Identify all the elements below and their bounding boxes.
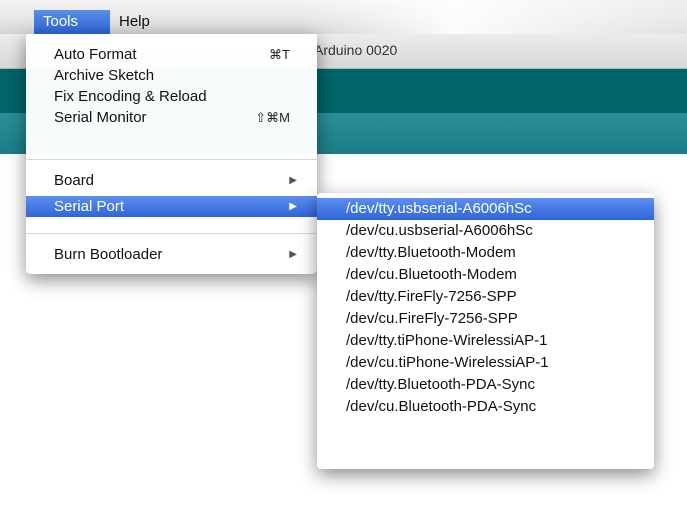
shortcut-label: ⌘T [269,47,290,62]
screen: Tools Help Arduino 0020 Auto Format ⌘T A… [0,0,687,513]
menu-bar-glare [300,0,687,34]
serial-port-item[interactable]: /dev/cu.Bluetooth-Modem [317,264,654,286]
serial-port-item[interactable]: /dev/cu.tiPhone-WirelessiAP-1 [317,352,654,374]
serial-port-item[interactable]: /dev/cu.Bluetooth-PDA-Sync [317,396,654,418]
menu-item-label: Auto Format [54,46,137,63]
menu-item-label: Board [54,172,95,189]
menu-item-label: Serial Monitor [54,109,147,126]
menu-item-burn-bootloader[interactable]: Burn Bootloader ▶ [26,244,317,265]
menu-separator [26,233,317,234]
serial-port-item[interactable]: /dev/cu.FireFly-7256-SPP [317,308,654,330]
menu-item-label: Serial Port [54,198,125,215]
menu-item-board[interactable]: Board ▶ [26,170,317,191]
menu-separator [26,159,317,160]
menu-bar: Tools Help [0,0,687,34]
menu-item-archive-sketch[interactable]: Archive Sketch [26,65,317,86]
serial-port-submenu: /dev/tty.usbserial-A6006hSc /dev/cu.usbs… [317,193,654,469]
menu-item-serial-port[interactable]: Serial Port ▶ [26,196,317,217]
menu-item-fix-encoding[interactable]: Fix Encoding & Reload [26,86,317,107]
serial-port-item[interactable]: /dev/tty.tiPhone-WirelessiAP-1 [317,330,654,352]
shortcut-label: ⇧⌘M [255,110,290,125]
serial-port-item[interactable]: /dev/tty.Bluetooth-PDA-Sync [317,374,654,396]
menu-help[interactable]: Help [110,10,168,34]
menu-item-auto-format[interactable]: Auto Format ⌘T [26,44,317,65]
serial-port-item[interactable]: /dev/tty.FireFly-7256-SPP [317,286,654,308]
menu-item-label: Burn Bootloader [54,246,163,263]
submenu-arrow-icon: ▶ [289,201,297,212]
serial-port-item[interactable]: /dev/cu.usbserial-A6006hSc [317,220,654,242]
window-title: Arduino 0020 [314,42,398,58]
serial-port-item[interactable]: /dev/tty.Bluetooth-Modem [317,242,654,264]
submenu-arrow-icon: ▶ [289,175,297,186]
menu-item-serial-monitor[interactable]: Serial Monitor ⇧⌘M [26,107,317,128]
menu-tools[interactable]: Tools [34,10,110,34]
tools-menu: Auto Format ⌘T Archive Sketch Fix Encodi… [26,34,317,274]
menu-item-label: Fix Encoding & Reload [54,88,207,105]
menu-item-label: Archive Sketch [54,67,155,84]
serial-port-item[interactable]: /dev/tty.usbserial-A6006hSc [317,198,654,220]
submenu-arrow-icon: ▶ [289,249,297,260]
